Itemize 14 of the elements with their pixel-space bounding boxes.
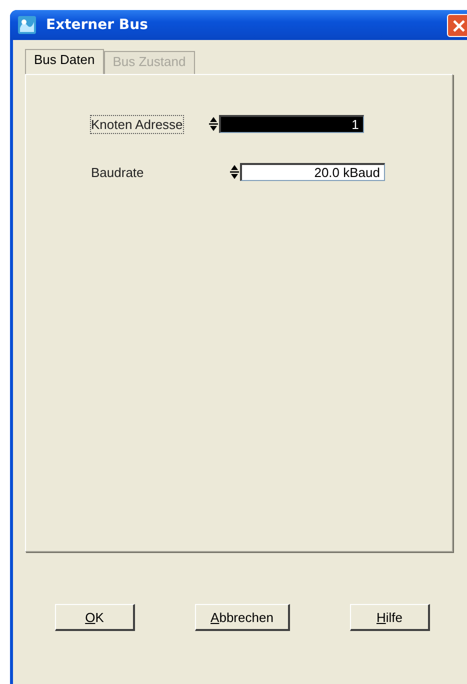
window-title: Externer Bus [46, 17, 148, 33]
field-label: Baudrate [90, 164, 145, 182]
dialog-button[interactable]: Hilfe [350, 604, 430, 631]
app-icon [18, 16, 36, 34]
spinner-arrows-icon[interactable] [208, 116, 218, 132]
spinner-arrows-icon[interactable] [230, 164, 239, 180]
input-field[interactable]: 20.0 kBaud [240, 163, 385, 181]
dialog-button[interactable]: Abbrechen [195, 604, 290, 631]
input-field[interactable]: 1 [218, 115, 364, 133]
close-button[interactable] [447, 14, 467, 37]
tab[interactable]: Bus Daten [25, 49, 104, 74]
dialog-button[interactable]: OK [55, 604, 135, 631]
field-label: Knoten Adresse [90, 114, 184, 134]
close-icon [452, 20, 464, 32]
